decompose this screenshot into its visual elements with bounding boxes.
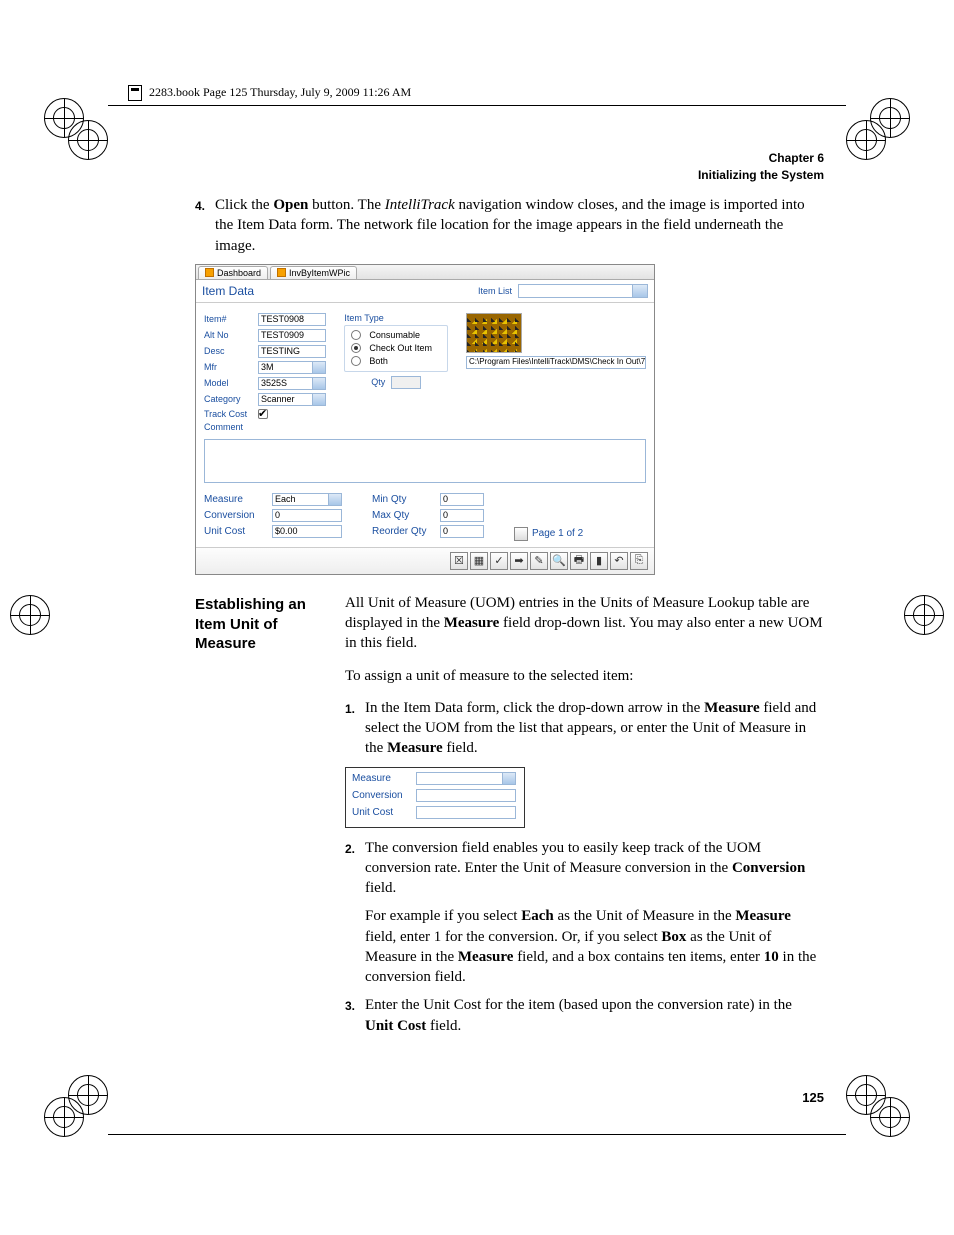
crop-mark <box>846 1075 886 1115</box>
toolbar-btn-7[interactable]: 🖶 <box>570 552 588 570</box>
page-header: Chapter 6 Initializing the System <box>698 150 824 184</box>
crop-mark <box>68 1075 108 1115</box>
chapter-label: Chapter 6 <box>698 150 824 167</box>
uom-lead: To assign a unit of measure to the selec… <box>345 666 824 686</box>
unit-cost-input-small[interactable] <box>416 806 516 819</box>
conversion-input-small[interactable] <box>416 789 516 802</box>
tab-invbyitem[interactable]: InvByItemWPic <box>270 266 357 279</box>
toolbar-btn-3[interactable]: ✓ <box>490 552 508 570</box>
item-list-dropdown[interactable] <box>518 284 648 298</box>
item-image-thumbnail[interactable] <box>466 313 522 353</box>
alt-no-input[interactable]: TEST0909 <box>258 329 326 342</box>
section-label: Initializing the System <box>698 167 824 184</box>
crop-mark <box>904 595 944 635</box>
chevron-down-icon <box>637 289 643 293</box>
tab-icon <box>205 268 214 277</box>
toolbar-btn-1[interactable]: ☒ <box>450 552 468 570</box>
page-number: 125 <box>802 1090 824 1105</box>
step-number: 4. <box>195 195 215 214</box>
item-type-group: Consumable Check Out Item Both <box>344 325 448 372</box>
tab-dashboard[interactable]: Dashboard <box>198 266 268 279</box>
form-title: Item Data <box>202 284 254 298</box>
book-tag-text: 2283.book Page 125 Thursday, July 9, 200… <box>149 85 411 99</box>
radio-both[interactable] <box>351 356 361 366</box>
form-toolbar: ☒ ▦ ✓ ➡ ✎ 🔍 🖶 ▮ ↶ ⎘ <box>196 547 654 574</box>
unit-cost-input[interactable]: $0.00 <box>272 525 342 538</box>
toolbar-btn-10[interactable]: ⎘ <box>630 552 648 570</box>
toolbar-btn-4[interactable]: ➡ <box>510 552 528 570</box>
model-dropdown[interactable]: 3525S <box>258 377 326 390</box>
crop-mark <box>10 595 50 635</box>
book-tag: 2283.book Page 125 Thursday, July 9, 200… <box>128 85 411 101</box>
crop-mark <box>68 120 108 160</box>
app-screenshot-measure: Measure Conversion Unit Cost <box>345 767 525 828</box>
track-cost-checkbox[interactable] <box>258 409 268 419</box>
uom-step-3: 3. Enter the Unit Cost for the item (bas… <box>345 995 824 1036</box>
max-qty-input[interactable]: 0 <box>440 509 484 522</box>
item-number-input[interactable]: TEST0908 <box>258 313 326 326</box>
page-list-icon[interactable] <box>514 527 528 541</box>
qty-input[interactable] <box>391 376 421 389</box>
category-dropdown[interactable]: Scanner <box>258 393 326 406</box>
toolbar-btn-6[interactable]: 🔍 <box>550 552 568 570</box>
conversion-input[interactable]: 0 <box>272 509 342 522</box>
item-list-label: Item List <box>478 286 512 296</box>
radio-checkout[interactable] <box>351 343 361 353</box>
crop-mark <box>846 120 886 160</box>
page-navigator: Page 1 of 2 <box>514 527 583 541</box>
min-qty-input[interactable]: 0 <box>440 493 484 506</box>
radio-consumable[interactable] <box>351 330 361 340</box>
uom-intro: All Unit of Measure (UOM) entries in the… <box>345 593 824 654</box>
tab-icon <box>277 268 286 277</box>
mfr-dropdown[interactable]: 3M <box>258 361 326 374</box>
toolbar-btn-5[interactable]: ✎ <box>530 552 548 570</box>
desc-input[interactable]: TESTING <box>258 345 326 358</box>
step-4: 4. Click the Open button. The IntelliTra… <box>195 195 824 256</box>
toolbar-btn-8[interactable]: ▮ <box>590 552 608 570</box>
measure-dropdown[interactable]: Each <box>272 493 342 506</box>
reorder-qty-input[interactable]: 0 <box>440 525 484 538</box>
app-screenshot-item-data: Dashboard InvByItemWPic Item Data Item L… <box>195 264 655 575</box>
toolbar-btn-2[interactable]: ▦ <box>470 552 488 570</box>
uom-step-1: 1. In the Item Data form, click the drop… <box>345 698 824 759</box>
comment-textarea[interactable] <box>204 439 646 483</box>
measure-dropdown-small[interactable] <box>416 772 516 785</box>
book-icon <box>128 85 142 101</box>
uom-step-2: 2. The conversion field enables you to e… <box>345 838 824 988</box>
step-text: Click the Open button. The IntelliTrack … <box>215 195 824 256</box>
toolbar-btn-9[interactable]: ↶ <box>610 552 628 570</box>
image-path-field[interactable]: C:\Program Files\IntelliTrack\DMS\Check … <box>466 356 646 369</box>
side-heading-uom: Establishing an Item Unit of Measure <box>195 595 335 654</box>
